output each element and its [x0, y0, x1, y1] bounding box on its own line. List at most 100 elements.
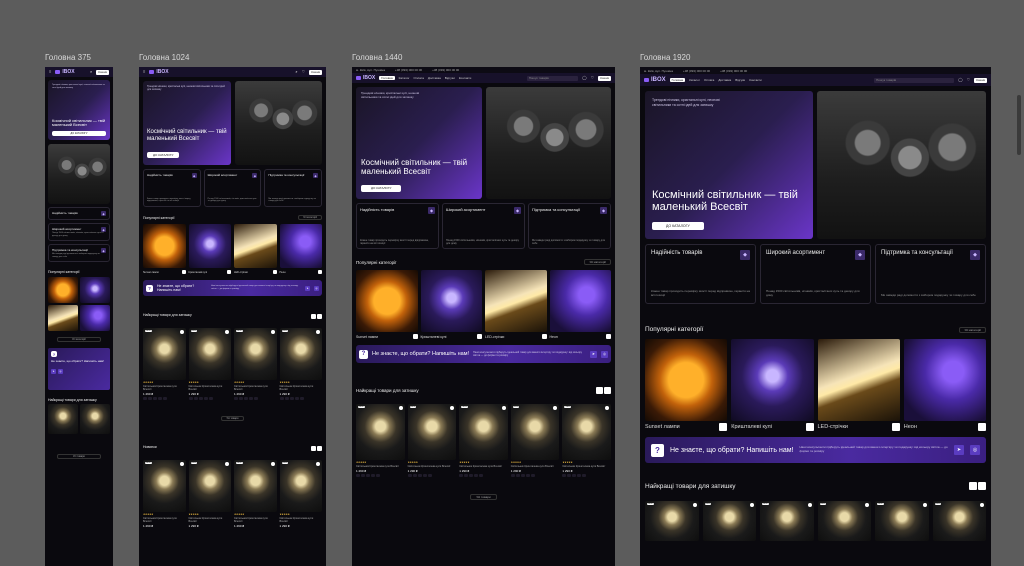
- product-card[interactable]: NEW ★★★★★ Світильник Кришталева куля Всесв…: [279, 328, 322, 400]
- logo[interactable]: IBOX: [644, 77, 666, 83]
- telegram-icon[interactable]: ➤: [954, 445, 964, 455]
- category-card[interactable]: LED-стрічки: [234, 224, 277, 274]
- product-card[interactable]: NEW ★★★★★ Світильник Кришталева куля Всесв…: [188, 460, 231, 528]
- category-card[interactable]: Кришталеві кулі: [420, 270, 482, 339]
- product-card[interactable]: NEW ★★★★★ Світильник Кришталева куля Всесв…: [459, 404, 508, 477]
- heart-icon[interactable]: ♡: [591, 76, 595, 80]
- instagram-icon[interactable]: ◎: [601, 350, 608, 358]
- arrow-icon[interactable]: [318, 270, 322, 274]
- category-card[interactable]: Неон: [549, 270, 611, 339]
- all-categories-button[interactable]: Усі категорії: [298, 215, 322, 220]
- arrow-icon[interactable]: [541, 334, 547, 339]
- product-card[interactable]: NEW: [760, 501, 814, 541]
- arrow-icon[interactable]: [477, 334, 482, 339]
- product-card[interactable]: NEW ★★★★★ Світильник Кришталева куля Всесв…: [188, 328, 231, 400]
- nav-catalog[interactable]: Каталог: [399, 76, 410, 80]
- search-input[interactable]: Пошук товарів: [874, 77, 955, 83]
- prev-arrow[interactable]: [311, 446, 316, 451]
- category-led[interactable]: [48, 305, 78, 332]
- product-card[interactable]: NEW: [932, 501, 986, 541]
- all-categories-button[interactable]: Усі категорії: [57, 337, 101, 343]
- arrow-icon[interactable]: [272, 270, 277, 274]
- logo[interactable]: IBOX: [55, 69, 75, 75]
- instagram-icon[interactable]: ◎: [970, 445, 980, 455]
- heart-icon[interactable]: ♡: [967, 78, 971, 82]
- product-card[interactable]: NEW ★★★★★ Світильник Кришталева куля Всесв…: [279, 460, 322, 528]
- arrow-icon[interactable]: [227, 270, 231, 274]
- all-products-button[interactable]: Усі товари: [220, 416, 245, 421]
- menu-icon[interactable]: ≡: [143, 70, 145, 74]
- nav-catalog[interactable]: Каталог: [689, 78, 700, 82]
- logo[interactable]: IBOX: [356, 75, 375, 81]
- logo[interactable]: IBOX: [149, 69, 169, 75]
- catalog-button[interactable]: ДО КАТАЛОГУ: [652, 222, 704, 230]
- category-card[interactable]: Неон: [903, 339, 986, 431]
- category-card[interactable]: LED-стрічки: [485, 270, 547, 339]
- category-crystal[interactable]: [80, 277, 110, 304]
- product-card[interactable]: NEW ★★★★★ Світильник Кришталева куля Всесв…: [234, 328, 277, 400]
- category-card[interactable]: Sunset лампи: [143, 224, 186, 274]
- prev-arrow[interactable]: [969, 482, 977, 490]
- nav-home[interactable]: Головна: [379, 76, 395, 80]
- heart-icon[interactable]: ♡: [302, 70, 306, 74]
- nav-contacts[interactable]: Контакти: [749, 78, 761, 82]
- arrow-icon[interactable]: [181, 270, 186, 274]
- cart-button[interactable]: Кошик: [598, 75, 611, 81]
- cart-button[interactable]: Кошик: [96, 69, 109, 75]
- catalog-button[interactable]: ДО КАТАЛОГУ: [361, 184, 402, 192]
- user-icon[interactable]: ◯: [582, 76, 586, 80]
- nav-reviews[interactable]: Відгуки: [735, 78, 745, 82]
- product-card[interactable]: NEW ★★★★★ Світильник Кришталева куля Всесв…: [562, 404, 611, 477]
- catalog-button[interactable]: ДО КАТАЛОГУ: [147, 152, 180, 158]
- category-card[interactable]: Sunset лампи: [645, 339, 728, 431]
- all-categories-button[interactable]: Усі категорії: [584, 259, 611, 265]
- next-arrow[interactable]: [978, 482, 986, 490]
- nav-delivery[interactable]: Доставка: [428, 76, 441, 80]
- product-card[interactable]: [80, 404, 110, 435]
- category-card[interactable]: LED-стрічки: [817, 339, 900, 431]
- canvas-scrollbar[interactable]: [1017, 95, 1021, 155]
- arrow-icon[interactable]: [805, 423, 814, 431]
- nav-delivery[interactable]: Доставка: [718, 78, 731, 82]
- product-card[interactable]: NEW ★★★★★ Світильник Кришталева куля Всесв…: [143, 460, 186, 528]
- product-card[interactable]: [48, 404, 78, 435]
- telegram-icon[interactable]: ➤: [305, 285, 310, 291]
- nav-payment[interactable]: Оплата: [414, 76, 424, 80]
- all-categories-button[interactable]: Усі категорії: [959, 326, 986, 333]
- product-card[interactable]: NEW ★★★★★ Світильник Кришталева куля Всесв…: [356, 404, 405, 477]
- product-card[interactable]: NEW ★★★★★ Світильник Кришталева куля Всесв…: [143, 328, 186, 400]
- next-arrow[interactable]: [604, 387, 611, 394]
- telegram-icon[interactable]: ➤: [51, 369, 56, 375]
- product-card[interactable]: NEW ★★★★★ Світильник Кришталева куля Всесв…: [510, 404, 560, 477]
- nav-reviews[interactable]: Відгуки: [445, 76, 455, 80]
- nav-home[interactable]: Головна: [669, 78, 686, 82]
- user-icon[interactable]: ◯: [958, 78, 962, 82]
- product-card[interactable]: NEW ★★★★★ Світильник Кришталева куля Всесв…: [407, 404, 457, 477]
- arrow-icon[interactable]: [412, 334, 418, 339]
- product-card[interactable]: NEW: [817, 501, 871, 541]
- next-arrow[interactable]: [317, 446, 322, 451]
- product-card[interactable]: NEW ★★★★★ Світильник Кришталева куля Всесв…: [234, 460, 277, 528]
- category-neon[interactable]: [80, 305, 110, 332]
- arrow-icon[interactable]: [719, 423, 728, 431]
- nav-contacts[interactable]: Контакти: [459, 76, 471, 80]
- instagram-icon[interactable]: ◎: [314, 285, 319, 291]
- search-icon[interactable]: ⌕: [90, 70, 92, 74]
- product-card[interactable]: NEW: [645, 501, 699, 541]
- next-arrow[interactable]: [317, 314, 322, 319]
- arrow-icon[interactable]: [978, 423, 986, 431]
- nav-payment[interactable]: Оплата: [704, 78, 714, 82]
- search-input[interactable]: Пошук товарів: [526, 75, 579, 81]
- prev-arrow[interactable]: [596, 387, 603, 394]
- category-card[interactable]: Кришталеві кулі: [731, 339, 814, 431]
- search-icon[interactable]: ⌕: [295, 70, 297, 74]
- arrow-icon[interactable]: [606, 334, 611, 339]
- category-card[interactable]: Кришталеві кулі: [188, 224, 231, 274]
- menu-icon[interactable]: ≡: [49, 70, 51, 74]
- category-sunset[interactable]: [48, 277, 78, 304]
- product-card[interactable]: NEW: [875, 501, 929, 541]
- all-products-button[interactable]: Усі товари: [470, 494, 497, 500]
- all-products-button[interactable]: Усі товари: [57, 454, 101, 460]
- category-card[interactable]: Sunset лампи: [356, 270, 418, 339]
- category-card[interactable]: Неон: [279, 224, 322, 274]
